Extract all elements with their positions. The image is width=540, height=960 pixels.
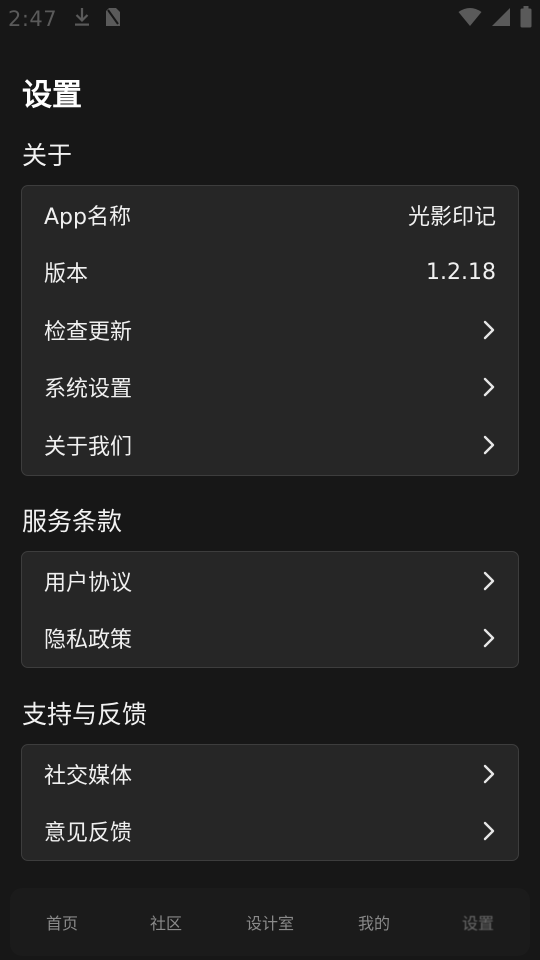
feedback-row[interactable]: 意见反馈 — [22, 803, 518, 861]
row-label: 关于我们 — [44, 434, 133, 460]
section-title-terms: 服务条款 — [22, 507, 123, 536]
battery-icon — [520, 6, 532, 32]
nav-item-design-room[interactable]: 设计室 — [219, 910, 321, 934]
chevron-right-icon — [482, 820, 496, 842]
row-label: 检查更新 — [44, 319, 133, 345]
row-label: 社交媒体 — [44, 763, 133, 789]
no-sim-icon — [105, 7, 121, 31]
nav-item-mine[interactable]: 我的 — [323, 910, 425, 934]
row-label: App名称 — [44, 204, 131, 230]
privacy-policy-row[interactable]: 隐私政策 — [22, 610, 518, 668]
signal-icon — [491, 7, 511, 31]
row-label: 意见反馈 — [44, 821, 133, 847]
system-settings-row[interactable]: 系统设置 — [22, 359, 518, 417]
row-label: 系统设置 — [44, 377, 133, 403]
app-name-row: App名称 光影印记 — [22, 186, 518, 244]
support-card: 社交媒体 意见反馈 — [21, 744, 519, 861]
row-value: 光影印记 — [407, 204, 496, 230]
page-title: 设置 — [22, 78, 82, 113]
chevron-right-icon — [482, 763, 496, 785]
chevron-right-icon — [482, 570, 496, 592]
chevron-right-icon — [482, 434, 496, 456]
check-update-row[interactable]: 检查更新 — [22, 301, 518, 359]
status-time: 2:47 — [8, 7, 58, 31]
nav-item-home[interactable]: 首页 — [11, 910, 113, 934]
chevron-right-icon — [482, 376, 496, 398]
terms-card: 用户协议 隐私政策 — [21, 551, 519, 668]
section-title-about: 关于 — [22, 141, 73, 170]
version-row: 版本 1.2.18 — [22, 244, 518, 302]
status-right-icons — [458, 6, 532, 32]
about-us-row[interactable]: 关于我们 — [22, 416, 518, 474]
row-label: 用户协议 — [44, 570, 133, 596]
bottom-nav: 首页 社区 设计室 我的 设置 — [10, 888, 530, 956]
section-title-support: 支持与反馈 — [22, 700, 148, 729]
status-bar: 2:47 — [0, 0, 540, 38]
row-label: 隐私政策 — [44, 628, 133, 654]
row-value: 1.2.18 — [426, 259, 496, 285]
social-media-row[interactable]: 社交媒体 — [22, 745, 518, 803]
download-icon — [73, 7, 91, 31]
nav-item-community[interactable]: 社区 — [115, 910, 217, 934]
chevron-right-icon — [482, 319, 496, 341]
settings-screen: 2:47 设置 关于 App名称 光影印记 版本 1.2.18 检查更新 系统设… — [0, 0, 540, 960]
nav-item-settings[interactable]: 设置 — [427, 910, 529, 934]
wifi-icon — [458, 7, 482, 31]
about-card: App名称 光影印记 版本 1.2.18 检查更新 系统设置 关于我们 — [21, 185, 519, 476]
chevron-right-icon — [482, 627, 496, 649]
user-agreement-row[interactable]: 用户协议 — [22, 552, 518, 610]
row-label: 版本 — [44, 262, 89, 288]
status-left-icons — [73, 7, 121, 31]
